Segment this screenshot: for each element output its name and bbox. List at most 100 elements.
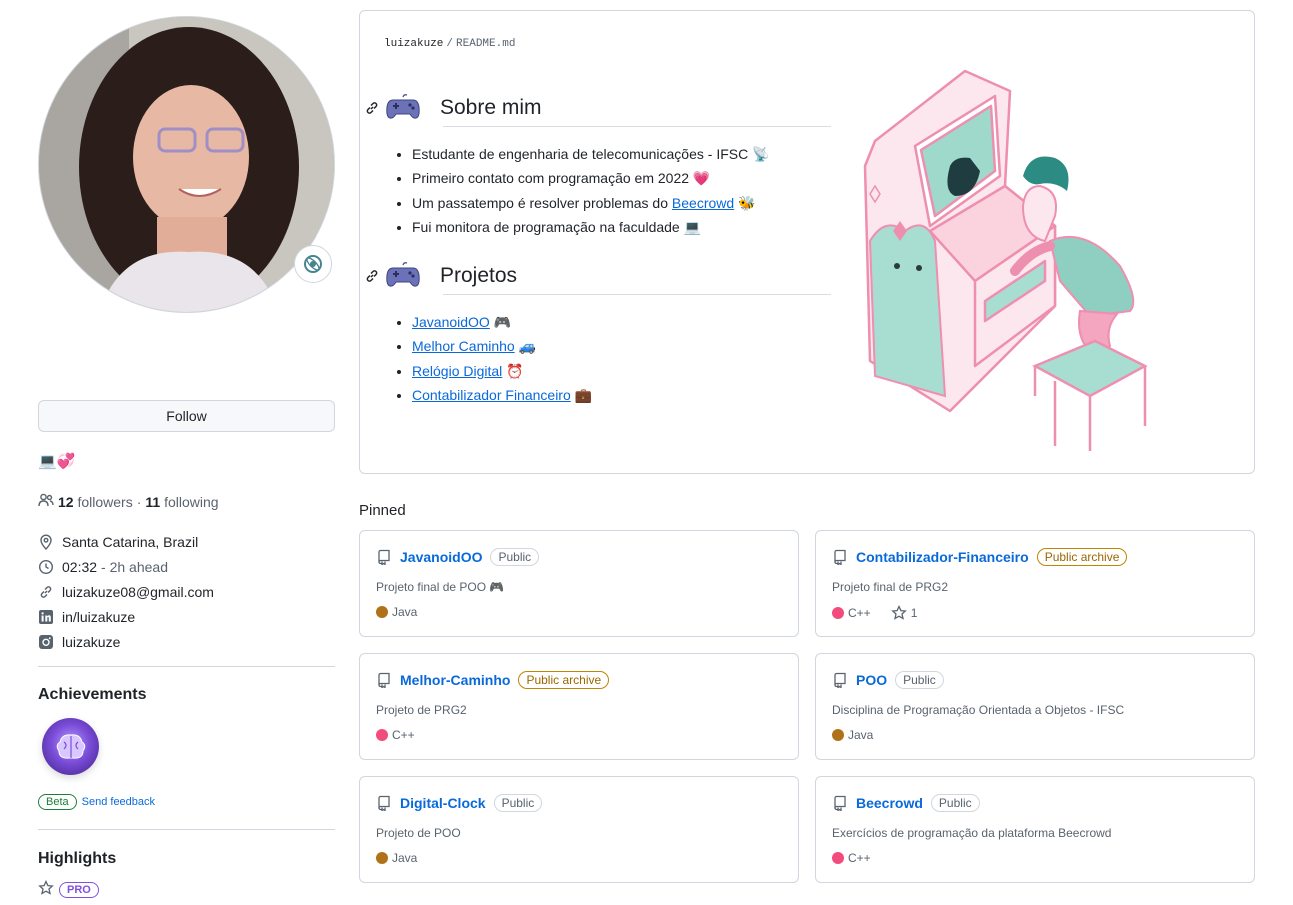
language-color-dot — [376, 852, 388, 864]
repo-language: C++ — [848, 851, 871, 865]
pro-badge[interactable]: PRO — [59, 881, 99, 898]
profile-details: Santa Catarina, Brazil 02:32 - 2h ahead … — [38, 529, 214, 654]
highlights-title: Highlights — [38, 850, 117, 867]
language-color-dot — [832, 729, 844, 741]
avatar-container — [38, 16, 335, 313]
language-color-dot — [376, 606, 388, 618]
instagram-icon — [38, 634, 54, 650]
language-color-dot — [832, 852, 844, 864]
project-link[interactable]: Contabilizador Financeiro — [412, 387, 571, 403]
pinned-repo-card: Contabilizador-Financeiro Public archive… — [815, 530, 1255, 637]
readme-owner[interactable]: luizakuze — [384, 38, 443, 50]
local-time: 02:32 — [62, 558, 98, 575]
people-icon — [38, 492, 54, 511]
followers-label: followers — [77, 493, 133, 510]
follow-stats: 12 followers · 11 following — [38, 492, 219, 511]
visibility-badge: Public — [930, 794, 980, 812]
stars-count: 1 — [910, 606, 918, 620]
linkedin-link[interactable]: in/luizakuze — [62, 609, 135, 625]
project-emoji: 🎮 — [489, 314, 512, 330]
divider — [38, 829, 335, 830]
achievements-title[interactable]: Achievements — [38, 686, 147, 704]
projects-title: Projetos — [440, 264, 518, 287]
follow-separator: · — [136, 493, 142, 510]
repo-icon — [834, 672, 846, 688]
repo-meta: C++ 1 — [832, 605, 917, 621]
repo-description: Projeto final de POO 🎮 — [376, 580, 505, 594]
instagram-item: luizakuze — [38, 629, 214, 654]
projects-list: JavanoidOO 🎮 Melhor Caminho 🚙 Relógio Di… — [412, 310, 592, 407]
location-text: Santa Catarina, Brazil — [62, 533, 199, 550]
path-separator: / — [446, 38, 454, 50]
profile-bio: 💻💞 — [38, 453, 76, 470]
repo-language: Java — [848, 728, 874, 742]
repo-name-link[interactable]: Contabilizador-Financeiro — [856, 549, 1029, 565]
project-link[interactable]: Relógio Digital — [412, 363, 502, 379]
visibility-badge: Public — [490, 548, 540, 566]
repo-meta: C++ — [376, 728, 415, 742]
list-item: JavanoidOO 🎮 — [412, 310, 592, 334]
pinned-repo-card: Digital-Clock Public Projeto de POO Java — [359, 776, 799, 883]
repo-description: Projeto de PRG2 — [376, 703, 467, 717]
brain-icon — [56, 733, 85, 759]
instagram-link[interactable]: luizakuze — [62, 634, 120, 650]
repo-name-link[interactable]: Beecrowd — [856, 795, 923, 811]
stars-link[interactable]: 1 — [890, 605, 918, 621]
email-link[interactable]: luizakuze08@gmail.com — [62, 584, 214, 600]
readme-file[interactable]: README.md — [456, 38, 515, 50]
highlights-row: PRO — [38, 879, 99, 899]
repo-language: Java — [392, 851, 418, 865]
follow-button[interactable]: Follow — [38, 400, 335, 432]
list-item: Fui monitora de programação na faculdade… — [412, 215, 770, 239]
achievement-badge[interactable] — [42, 718, 99, 775]
pinned-repo-card: Beecrowd Public Exercícios de programaçã… — [815, 776, 1255, 883]
send-feedback-link[interactable]: Send feedback — [82, 796, 155, 808]
projects-heading: Projetos — [364, 259, 832, 293]
repo-description: Exercícios de programação da plataforma … — [832, 826, 1112, 840]
local-time-item: 02:32 - 2h ahead — [38, 554, 214, 579]
anchor-link-icon[interactable] — [364, 268, 380, 284]
visibility-badge: Public — [493, 794, 543, 812]
repo-language: C++ — [848, 606, 871, 620]
list-item: Estudante de engenharia de telecomunicaç… — [412, 142, 770, 166]
link-icon — [38, 584, 54, 600]
anchor-link-icon[interactable] — [364, 100, 380, 116]
repo-name-link[interactable]: POO — [856, 672, 887, 688]
project-link[interactable]: Melhor Caminho — [412, 338, 515, 354]
list-item: Um passatempo é resolver problemas do Be… — [412, 191, 770, 215]
visibility-badge: Public archive — [1036, 548, 1128, 566]
repo-meta: Java — [376, 851, 417, 865]
project-link[interactable]: JavanoidOO — [412, 314, 490, 330]
repo-name-link[interactable]: Digital-Clock — [400, 795, 486, 811]
repo-language: Java — [392, 605, 418, 619]
repo-icon — [834, 549, 846, 565]
pinned-repo-card: POO Public Disciplina de Programação Ori… — [815, 653, 1255, 760]
status-icon[interactable] — [294, 245, 332, 283]
readme-path: luizakuze / README.md — [384, 38, 515, 50]
location-icon — [38, 534, 54, 550]
profile-sidebar: Follow 💻💞 12 followers · 11 following Sa… — [38, 16, 335, 898]
repo-description: Disciplina de Programação Orientada a Ob… — [832, 703, 1125, 717]
visibility-badge: Public — [895, 671, 944, 689]
followers-link[interactable]: 12 followers — [58, 494, 133, 510]
repo-name-link[interactable]: Melhor-Caminho — [400, 672, 510, 688]
repo-name-link[interactable]: JavanoidOO — [400, 549, 482, 565]
repo-meta: Java — [832, 728, 873, 742]
arcade-illustration — [863, 69, 1148, 451]
repo-description: Projeto de POO — [376, 826, 461, 840]
avatar[interactable] — [38, 16, 335, 313]
about-title: Sobre mim — [440, 96, 542, 119]
repo-icon — [378, 549, 390, 565]
beta-label: Beta — [38, 794, 77, 810]
beecrowd-link[interactable]: Beecrowd — [672, 195, 734, 211]
language-color-dot — [832, 607, 844, 619]
heading-underline — [443, 126, 831, 127]
location-item: Santa Catarina, Brazil — [38, 529, 214, 554]
clock-icon — [38, 559, 54, 575]
list-item: Relógio Digital ⏰ — [412, 359, 592, 383]
following-link[interactable]: 11 following — [145, 494, 218, 510]
project-emoji: 💼 — [570, 386, 593, 403]
list-item-text: Um passatempo é resolver problemas do — [412, 194, 669, 211]
time-offset: - 2h ahead — [101, 558, 168, 575]
repo-language: C++ — [392, 728, 415, 742]
